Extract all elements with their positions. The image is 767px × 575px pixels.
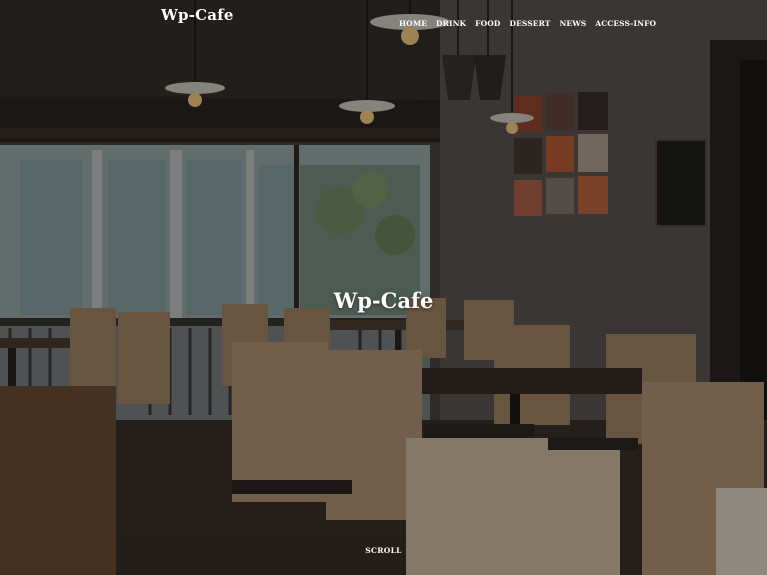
nav-link-access-info[interactable]: ACCESS-INFO (595, 19, 656, 28)
nav-link-food[interactable]: FOOD (475, 19, 500, 28)
nav-link-drink[interactable]: DRINK (436, 19, 466, 28)
nav-item-news: NEWS (559, 11, 586, 30)
main-nav: HOME DRINK FOOD DESSERT NEWS ACCESS-INFO (399, 11, 656, 30)
nav-link-dessert[interactable]: DESSERT (509, 19, 550, 28)
scroll-indicator[interactable]: SCROLL (0, 546, 767, 555)
nav-item-drink: DRINK (436, 11, 466, 30)
nav-item-home: HOME (399, 11, 427, 30)
site-header: Wp-Cafe HOME DRINK FOOD DESSERT NEWS ACC… (0, 0, 767, 34)
hero-section: Wp-Cafe HOME DRINK FOOD DESSERT NEWS ACC… (0, 0, 767, 575)
hero-title: Wp-Cafe (333, 288, 434, 314)
nav-link-news[interactable]: NEWS (559, 19, 586, 28)
nav-link-home[interactable]: HOME (399, 19, 427, 28)
nav-item-food: FOOD (475, 11, 500, 30)
site-logo[interactable]: Wp-Cafe (161, 6, 234, 24)
nav-item-dessert: DESSERT (509, 11, 550, 30)
nav-item-access-info: ACCESS-INFO (595, 11, 656, 30)
